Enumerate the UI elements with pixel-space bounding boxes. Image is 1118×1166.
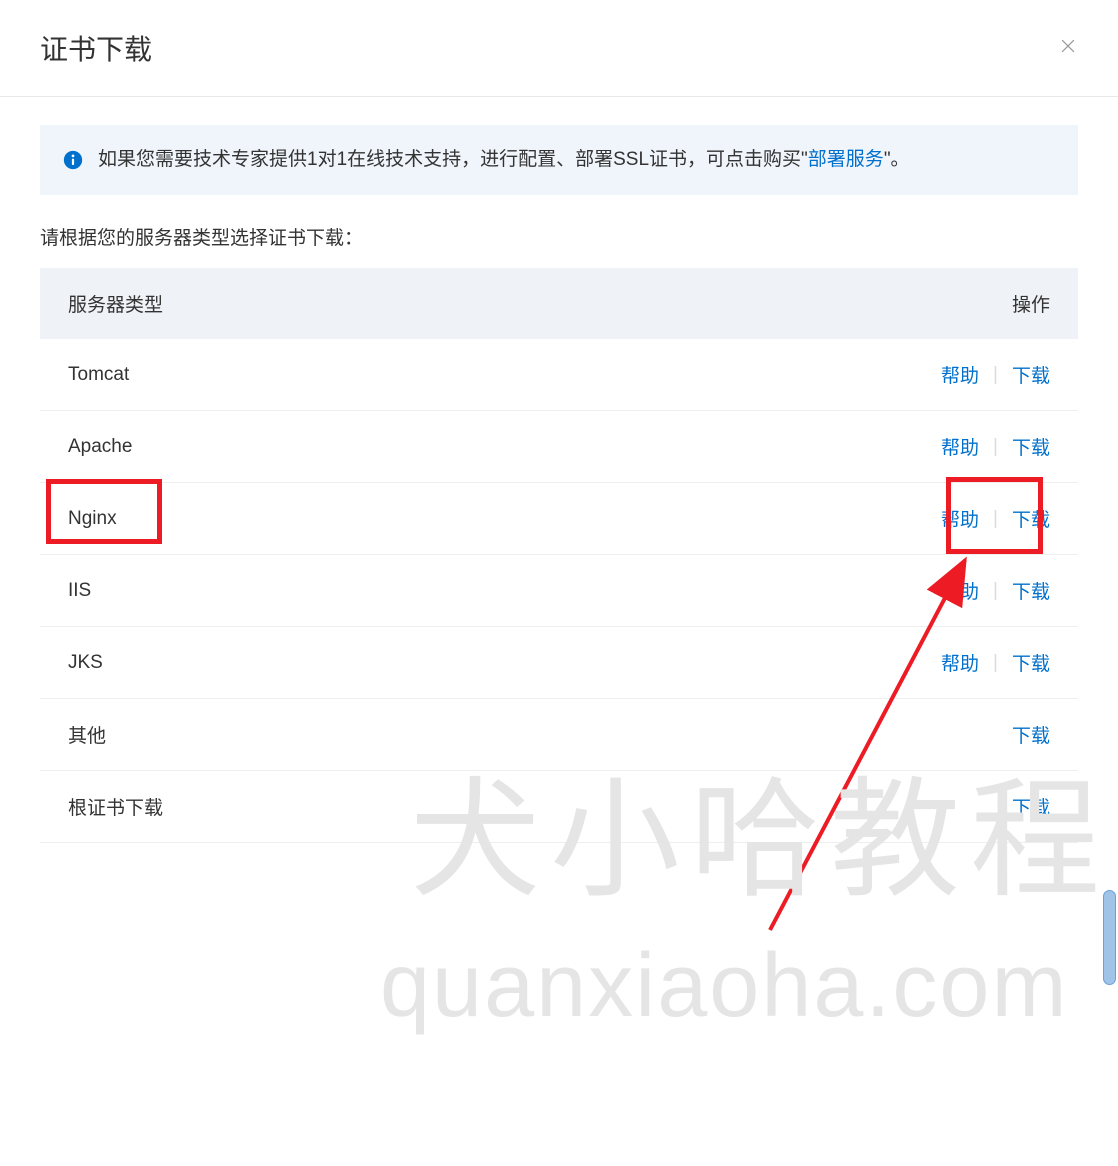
download-link[interactable]: 下载 xyxy=(1012,433,1050,460)
row-actions: 帮助 | 下载 xyxy=(941,649,1050,676)
info-banner: 如果您需要技术专家提供1对1在线技术支持，进行配置、部署SSL证书，可点击购买"… xyxy=(40,125,1078,195)
modal-title: 证书下载 xyxy=(40,28,152,68)
modal-header: 证书下载 xyxy=(0,0,1118,97)
info-text-suffix: "。 xyxy=(884,149,910,170)
download-link[interactable]: 下载 xyxy=(1012,577,1050,604)
action-divider: | xyxy=(993,580,998,602)
deploy-service-link[interactable]: 部署服务 xyxy=(808,149,884,170)
action-divider: | xyxy=(993,508,998,530)
row-actions: 帮助 | 下载 xyxy=(941,433,1050,460)
table-header-action: 操作 xyxy=(1012,290,1050,317)
server-type-name: 根证书下载 xyxy=(68,793,163,820)
table-header-servertype: 服务器类型 xyxy=(68,290,163,317)
server-type-name: 其他 xyxy=(68,721,106,748)
row-actions: 下载 xyxy=(1012,721,1050,748)
row-actions: 下载 xyxy=(1012,793,1050,820)
table-row: Tomcat 帮助 | 下载 xyxy=(40,339,1078,411)
table-header: 服务器类型 操作 xyxy=(40,268,1078,339)
row-actions: 帮助 | 下载 xyxy=(941,505,1050,532)
server-type-name: IIS xyxy=(68,580,91,602)
table-row: Nginx 帮助 | 下载 xyxy=(40,483,1078,555)
server-type-name: Nginx xyxy=(68,508,117,530)
close-icon xyxy=(1058,36,1078,56)
table-row: 根证书下载 下载 xyxy=(40,771,1078,843)
server-type-name: JKS xyxy=(68,652,103,674)
row-actions: 帮助 | 下载 xyxy=(941,577,1050,604)
help-link[interactable]: 帮助 xyxy=(941,361,979,388)
download-link[interactable]: 下载 xyxy=(1012,721,1050,748)
help-link[interactable]: 帮助 xyxy=(941,505,979,532)
table-row: 其他 下载 xyxy=(40,699,1078,771)
download-link[interactable]: 下载 xyxy=(1012,505,1050,532)
close-button[interactable] xyxy=(1058,36,1078,61)
table-row: IIS 帮助 | 下载 xyxy=(40,555,1078,627)
subtitle: 请根据您的服务器类型选择证书下载： xyxy=(40,223,1078,250)
info-text-prefix: 如果您需要技术专家提供1对1在线技术支持，进行配置、部署SSL证书，可点击购买" xyxy=(98,149,808,170)
help-link[interactable]: 帮助 xyxy=(941,577,979,604)
server-type-name: Apache xyxy=(68,436,132,458)
watermark-en: quanxiaoha.com xyxy=(380,935,1068,1038)
table-row: JKS 帮助 | 下载 xyxy=(40,627,1078,699)
scrollbar-thumb[interactable] xyxy=(1103,890,1116,985)
download-link[interactable]: 下载 xyxy=(1012,649,1050,676)
info-icon xyxy=(62,149,84,171)
action-divider: | xyxy=(993,652,998,674)
server-type-name: Tomcat xyxy=(68,364,129,386)
info-banner-text: 如果您需要技术专家提供1对1在线技术支持，进行配置、部署SSL证书，可点击购买"… xyxy=(98,145,910,175)
table-row: Apache 帮助 | 下载 xyxy=(40,411,1078,483)
server-type-table: 服务器类型 操作 Tomcat 帮助 | 下载 Apache 帮助 | 下载 Nginx 帮助 | 下… xyxy=(40,268,1078,843)
row-actions: 帮助 | 下载 xyxy=(941,361,1050,388)
download-link[interactable]: 下载 xyxy=(1012,361,1050,388)
download-link[interactable]: 下载 xyxy=(1012,793,1050,820)
action-divider: | xyxy=(993,436,998,458)
help-link[interactable]: 帮助 xyxy=(941,649,979,676)
action-divider: | xyxy=(993,364,998,386)
help-link[interactable]: 帮助 xyxy=(941,433,979,460)
modal-body: 如果您需要技术专家提供1对1在线技术支持，进行配置、部署SSL证书，可点击购买"… xyxy=(0,97,1118,871)
